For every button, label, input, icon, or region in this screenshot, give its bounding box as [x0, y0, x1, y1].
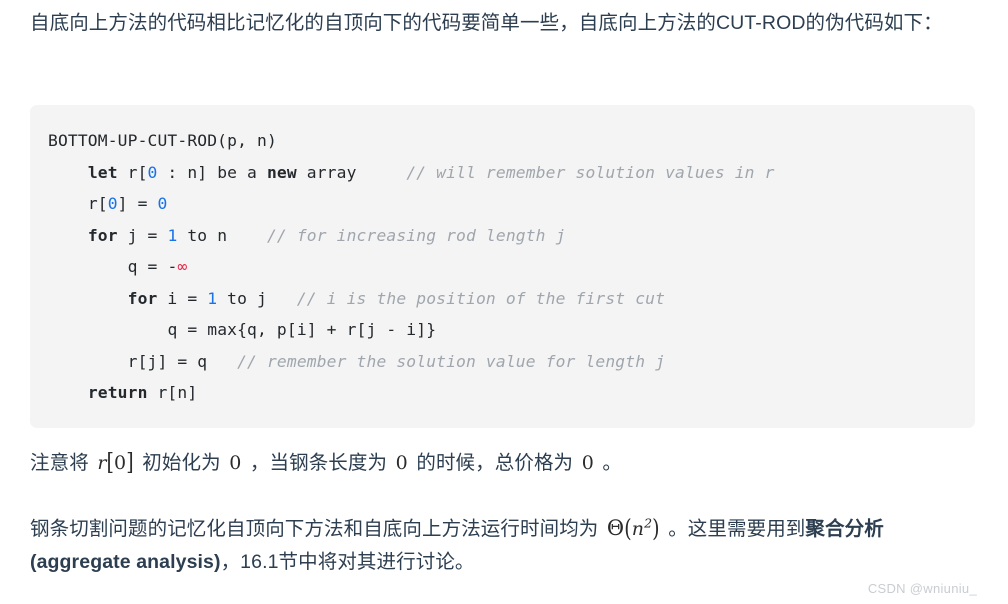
code-token-num: 0 — [157, 194, 168, 213]
math-theta-n-squared: Θ(n2) — [606, 514, 660, 544]
code-token-plain: ] = — [117, 194, 158, 213]
theta-base: n — [631, 518, 645, 540]
complexity-text-1: 钢条切割问题的记忆化自顶向下方法和自底向上方法运行时间均为 — [30, 518, 604, 540]
code-token-plain: r[n] — [147, 383, 198, 402]
code-token-plain: q = max{q, p[i] + r[j - i]} — [167, 320, 437, 339]
note-text-1: 注意将 — [30, 452, 95, 474]
code-line: for i = 1 to j // i is the position of t… — [48, 283, 975, 315]
code-line: return r[n] — [48, 377, 975, 409]
complexity-paragraph: 钢条切割问题的记忆化自顶向下方法和自底向上方法运行时间均为 Θ(n2) 。这里需… — [30, 512, 980, 579]
note-text-3: ，当钢条长度为 — [244, 452, 393, 474]
math-zero-1: 0 — [229, 452, 242, 474]
code-token-num: 1 — [167, 225, 178, 245]
code-line: q = max{q, p[i] + r[j - i]} — [48, 314, 975, 346]
code-token-kw: return — [87, 383, 148, 402]
code-line: r[0] = 0 — [48, 188, 975, 220]
code-token-num: 1 — [207, 288, 218, 308]
code-token-comment: // for increasing rod length j — [266, 225, 566, 245]
theta-exponent: 2 — [644, 515, 653, 531]
code-token-red: ∞ — [177, 257, 188, 276]
note-paragraph: 注意将 r[0] 初始化为 0 ，当钢条长度为 0 的时候，总价格为 0 。 — [30, 447, 978, 480]
code-token-num: 0 — [147, 162, 158, 182]
code-line: BOTTOM-UP-CUT-ROD(p, n) — [48, 125, 975, 157]
code-token-plain: to j — [217, 288, 267, 308]
code-token-plain: q = — [127, 257, 168, 276]
code-token-plain: : n] be a — [157, 162, 267, 182]
csdn-watermark: CSDN @wniuniu_ — [867, 581, 977, 596]
code-token-plain: array — [296, 162, 357, 182]
code-token-plain: - — [167, 257, 178, 276]
code-token-kw: for — [127, 288, 158, 308]
code-line: let r[0 : n] be a new array // will reme… — [48, 157, 975, 189]
code-token-kw: for — [87, 225, 118, 245]
math-zero-2: 0 — [395, 452, 408, 474]
code-content: BOTTOM-UP-CUT-ROD(p, n) let r[0 : n] be … — [48, 125, 975, 409]
math-r-zero: r[0] — [97, 449, 134, 477]
code-token-plain: to n — [177, 225, 228, 245]
code-token-plain: BOTTOM-UP-CUT-ROD(p, n) — [48, 131, 277, 150]
code-token-plain: i = — [157, 288, 208, 308]
code-token-comment: // will remember solution values in r — [406, 162, 775, 182]
code-token-comment: // i is the position of the first cut — [296, 288, 666, 308]
intro-paragraph: 自底向上方法的代码相比记忆化的自顶向下的代码要简单一些，自底向上方法的CUT-R… — [30, 12, 943, 34]
code-token-plain: r[ — [117, 162, 148, 182]
complexity-text-2: 。这里需要用到 — [662, 518, 806, 540]
code-block[interactable]: BOTTOM-UP-CUT-ROD(p, n) let r[0 : n] be … — [30, 105, 975, 428]
code-line: r[j] = q // remember the solution value … — [48, 346, 975, 378]
article-page: 自底向上方法的代码相比记忆化的自顶向下的代码要简单一些，自底向上方法的CUT-R… — [0, 0, 1008, 604]
code-token-plain: r[ — [87, 194, 108, 213]
code-line: q = -∞ — [48, 251, 975, 283]
code-token-num: 0 — [107, 194, 118, 213]
code-token-kw: new — [266, 162, 297, 182]
code-token-comment: // remember the solution value for lengt… — [237, 351, 666, 371]
code-token-kw: let — [87, 162, 118, 182]
note-text-5: 。 — [596, 452, 623, 474]
code-line: for j = 1 to n // for increasing rod len… — [48, 220, 975, 252]
note-text-4: 的时候，总价格为 — [410, 452, 579, 474]
math-zero-3: 0 — [581, 452, 594, 474]
complexity-text-3: ，16.1节中将对其进行讨论。 — [220, 551, 475, 573]
note-text-2: 初始化为 — [136, 452, 227, 474]
code-token-plain: r[j] = q — [127, 351, 208, 371]
code-token-plain: j = — [117, 225, 168, 245]
theta-symbol: Θ — [606, 516, 625, 540]
